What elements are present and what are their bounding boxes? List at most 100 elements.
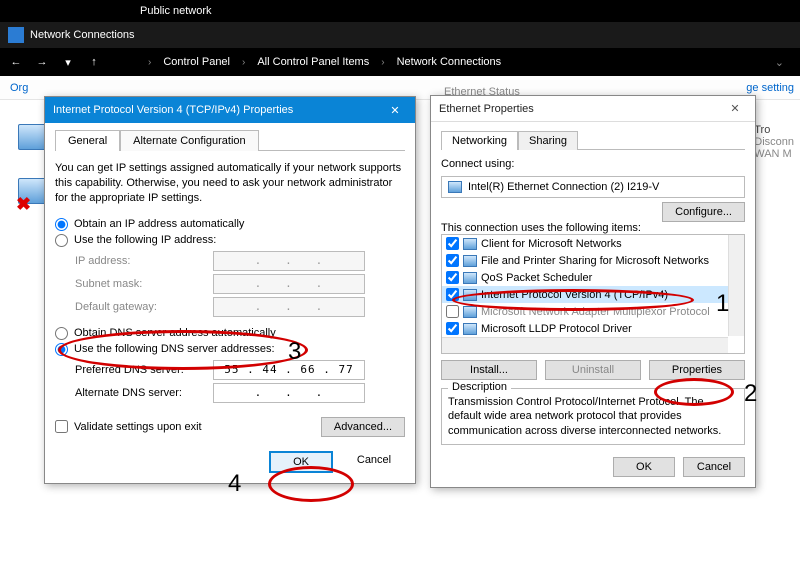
radio-obtain-ip[interactable]: Obtain an IP address automatically <box>55 218 405 231</box>
ethprop-titlebar[interactable]: Ethernet Properties ✕ <box>431 96 755 122</box>
vscrollbar[interactable] <box>728 235 744 336</box>
ipv4-title: Internet Protocol Version 4 (TCP/IPv4) P… <box>53 104 383 116</box>
organize-menu[interactable]: Org <box>0 82 38 94</box>
properties-button[interactable]: Properties <box>649 360 745 380</box>
list-item-label: QoS Packet Scheduler <box>481 272 592 284</box>
cancel-button[interactable]: Cancel <box>343 451 405 473</box>
protocol-list[interactable]: Client for Microsoft Networks File and P… <box>441 234 745 354</box>
ip-address-label: IP address: <box>75 255 205 267</box>
radio-input[interactable] <box>55 343 68 356</box>
checkbox[interactable] <box>446 237 459 250</box>
radio-obtain-dns[interactable]: Obtain DNS server address automatically <box>55 327 405 340</box>
explorer-title: Network Connections <box>30 29 135 41</box>
ipv4-properties-dialog: Internet Protocol Version 4 (TCP/IPv4) P… <box>44 96 416 484</box>
crumb-network-connections[interactable]: Network Connections <box>397 56 502 68</box>
radio-label: Obtain an IP address automatically <box>74 218 244 230</box>
radio-input[interactable] <box>55 327 68 340</box>
list-item: Microsoft Network Adapter Multiplexor Pr… <box>442 303 744 320</box>
hscrollbar[interactable] <box>442 337 728 353</box>
checkbox[interactable] <box>446 288 459 301</box>
disconnected-x-icon: ✖ <box>16 194 31 215</box>
control-panel-icon <box>122 55 136 69</box>
crumb-control-panel[interactable]: Control Panel <box>163 56 230 68</box>
alt-dns-input[interactable]: . . . <box>213 383 365 403</box>
tab-networking[interactable]: Networking <box>441 131 518 150</box>
protocol-icon <box>463 306 477 318</box>
list-item: QoS Packet Scheduler <box>442 269 744 286</box>
back-button[interactable]: ← <box>8 54 24 70</box>
list-item-label: Microsoft Network Adapter Multiplexor Pr… <box>481 306 710 318</box>
radio-use-dns[interactable]: Use the following DNS server addresses: <box>55 343 405 356</box>
checkbox[interactable] <box>446 254 459 267</box>
info-text: You can get IP settings assigned automat… <box>55 161 405 206</box>
adapter-name-text: Intel(R) Ethernet Connection (2) I219-V <box>468 181 659 193</box>
change-settings-link[interactable]: ge setting <box>740 82 800 94</box>
nic-icon <box>448 181 462 193</box>
chevron-right-icon: › <box>381 57 384 68</box>
configure-button[interactable]: Configure... <box>662 202 745 222</box>
ethernet-properties-dialog: Ethernet Properties ✕ Networking Sharing… <box>430 95 756 488</box>
radio-input[interactable] <box>55 218 68 231</box>
protocol-icon <box>463 323 477 335</box>
ethprop-tabs: Networking Sharing <box>441 130 745 150</box>
description-label: Description <box>448 381 511 393</box>
ethprop-title: Ethernet Properties <box>439 103 723 115</box>
checkbox[interactable] <box>446 305 459 318</box>
radio-use-ip[interactable]: Use the following IP address: <box>55 234 405 247</box>
ok-button[interactable]: OK <box>613 457 675 477</box>
radio-label: Use the following DNS server addresses: <box>74 343 275 355</box>
nav-row: ← → ▾ ↑ › Control Panel › All Control Pa… <box>0 48 800 76</box>
gateway-label: Default gateway: <box>75 301 205 313</box>
validate-checkbox[interactable] <box>55 420 68 433</box>
gateway-input: . . . <box>213 297 365 317</box>
adapter-box: Intel(R) Ethernet Connection (2) I219-V <box>441 176 745 198</box>
list-item: Client for Microsoft Networks <box>442 235 744 252</box>
list-item: Microsoft LLDP Protocol Driver <box>442 320 744 337</box>
protocol-icon <box>463 272 477 284</box>
ip-address-input: . . . <box>213 251 365 271</box>
ok-button[interactable]: OK <box>269 451 333 473</box>
install-button[interactable]: Install... <box>441 360 537 380</box>
description-text: Transmission Control Protocol/Internet P… <box>448 395 738 438</box>
checkbox[interactable] <box>446 322 459 335</box>
validate-label: Validate settings upon exit <box>74 421 202 433</box>
list-item: File and Printer Sharing for Microsoft N… <box>442 252 744 269</box>
crumb-all-items[interactable]: All Control Panel Items <box>257 56 369 68</box>
adapter-status: Disconn <box>754 136 794 148</box>
recent-dropdown[interactable]: ▾ <box>60 54 76 70</box>
breadcrumb: › Control Panel › All Control Panel Item… <box>122 55 501 69</box>
pref-dns-label: Preferred DNS server: <box>75 364 205 376</box>
alt-dns-label: Alternate DNS server: <box>75 387 205 399</box>
tab-alternate[interactable]: Alternate Configuration <box>120 130 259 151</box>
chevron-right-icon: › <box>242 57 245 68</box>
list-item-label: File and Printer Sharing for Microsoft N… <box>481 255 709 267</box>
pref-dns-input[interactable]: 55 . 44 . 66 . 77 <box>213 360 365 380</box>
protocol-icon <box>463 255 477 267</box>
list-item-label: Microsoft LLDP Protocol Driver <box>481 323 632 335</box>
up-button[interactable]: ↑ <box>86 54 102 70</box>
adapter-info: Tro Disconn WAN M <box>748 120 800 164</box>
radio-input[interactable] <box>55 234 68 247</box>
chevron-right-icon: › <box>148 57 151 68</box>
radio-label: Use the following IP address: <box>74 234 216 246</box>
network-type-label: Public network <box>0 0 800 22</box>
tab-sharing[interactable]: Sharing <box>518 131 578 150</box>
adapter-device: WAN M <box>754 148 794 160</box>
connect-using-label: Connect using: <box>441 158 745 170</box>
list-item-ipv4: Internet Protocol Version 4 (TCP/IPv4) <box>442 286 744 303</box>
close-button[interactable]: ✕ <box>723 99 747 119</box>
subnet-label: Subnet mask: <box>75 278 205 290</box>
list-item-label: Client for Microsoft Networks <box>481 238 622 250</box>
checkbox[interactable] <box>446 271 459 284</box>
advanced-button[interactable]: Advanced... <box>321 417 405 437</box>
list-item-label: Internet Protocol Version 4 (TCP/IPv4) <box>481 289 668 301</box>
forward-button[interactable]: → <box>34 54 50 70</box>
address-chevron-icon[interactable]: ⌄ <box>767 56 792 69</box>
cancel-button[interactable]: Cancel <box>683 457 745 477</box>
close-button[interactable]: ✕ <box>383 100 407 120</box>
uses-items-label: This connection uses the following items… <box>441 222 745 234</box>
ipv4-titlebar[interactable]: Internet Protocol Version 4 (TCP/IPv4) P… <box>45 97 415 123</box>
tab-general[interactable]: General <box>55 130 120 151</box>
radio-label: Obtain DNS server address automatically <box>74 327 276 339</box>
explorer-titlebar: Network Connections <box>0 22 800 48</box>
